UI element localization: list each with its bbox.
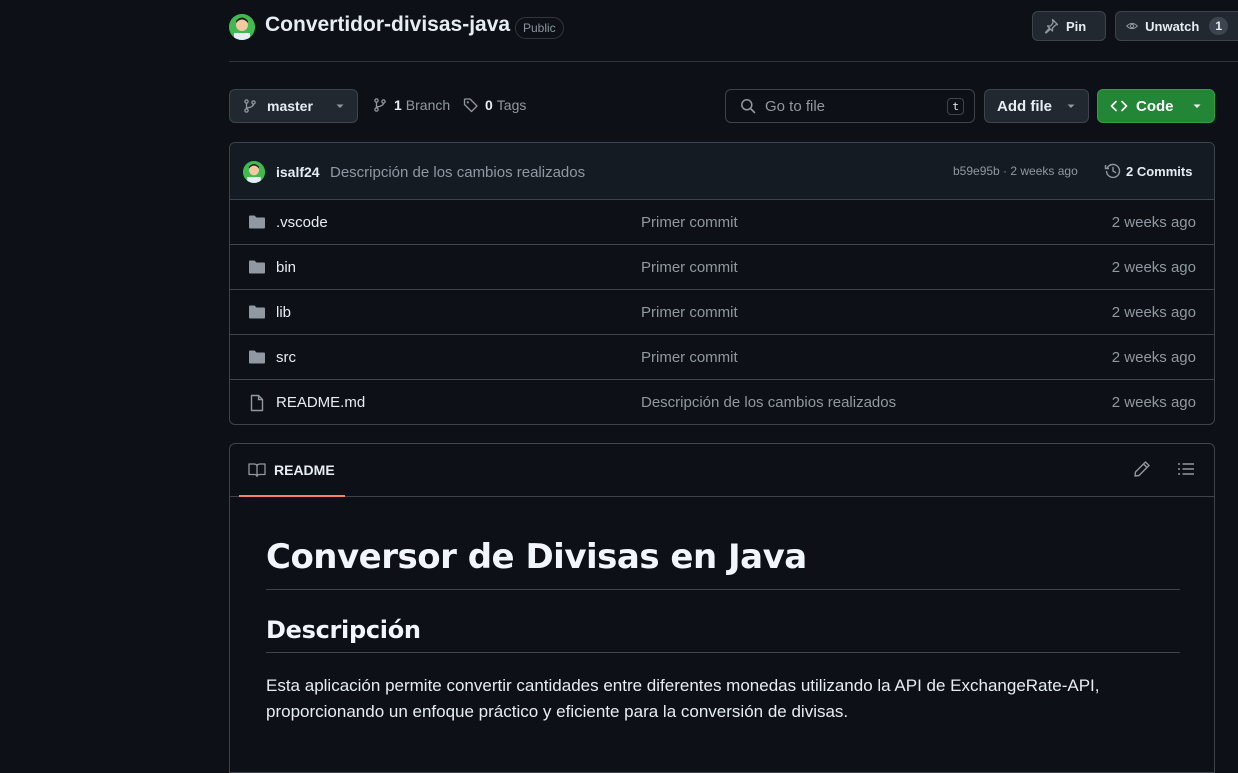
file-commit-message[interactable]: Primer commit (641, 259, 738, 276)
commit-message-link[interactable]: Descripción de los cambios realizados (330, 164, 585, 181)
file-commit-message[interactable]: Primer commit (641, 214, 738, 231)
file-row[interactable]: src Primer commit 2 weeks ago (230, 335, 1214, 380)
unwatch-button[interactable]: Unwatch 1 (1115, 11, 1238, 41)
file-date: 2 weeks ago (1111, 349, 1196, 366)
branch-count: 1 (394, 97, 402, 113)
folder-icon (249, 305, 265, 319)
commits-history-link[interactable]: 2 Commits (1104, 162, 1192, 180)
readme-tab-label: README (274, 461, 335, 478)
tag-icon (463, 98, 478, 113)
readme-title: Conversor de Divisas en Java (266, 537, 1180, 590)
visibility-badge: Public (515, 17, 564, 39)
file-commit-message[interactable]: Primer commit (641, 349, 738, 366)
file-table: isalf24 Descripción de los cambios reali… (229, 142, 1215, 425)
file-icon (250, 394, 264, 412)
caret-down-icon (336, 104, 344, 108)
tag-count: 0 (485, 97, 493, 113)
branch-icon (244, 99, 256, 113)
code-button[interactable]: Code (1097, 89, 1215, 123)
file-date: 2 weeks ago (1111, 259, 1196, 276)
branches-link[interactable]: 1 Branch (372, 97, 450, 113)
file-date: 2 weeks ago (1111, 394, 1196, 411)
file-row[interactable]: lib Primer commit 2 weeks ago (230, 290, 1214, 335)
unwatch-label: Unwatch (1145, 18, 1200, 34)
file-commit-message[interactable]: Descripción de los cambios realizados (641, 394, 896, 411)
tags-link[interactable]: 0 Tags (463, 97, 526, 113)
search-placeholder: Go to file (765, 97, 826, 115)
repo-name-link[interactable]: Convertidor-divisas-java (265, 13, 510, 37)
go-to-file-search[interactable]: Go to file t (725, 89, 975, 123)
avatar[interactable] (229, 14, 255, 40)
file-date: 2 weeks ago (1111, 214, 1196, 231)
commit-author-link[interactable]: isalf24 (276, 164, 320, 180)
file-name-link[interactable]: lib (276, 304, 291, 321)
code-label: Code (1136, 97, 1174, 115)
book-icon (248, 462, 266, 477)
file-row[interactable]: bin Primer commit 2 weeks ago (230, 245, 1214, 290)
list-icon[interactable] (1177, 461, 1195, 477)
folder-icon (249, 260, 265, 274)
history-icon (1104, 163, 1121, 179)
file-name-link[interactable]: README.md (276, 394, 365, 411)
file-date: 2 weeks ago (1111, 304, 1196, 321)
code-icon (1110, 100, 1128, 112)
readme-body: Conversor de Divisas en Java Descripción… (266, 497, 1180, 725)
pin-icon (1044, 18, 1059, 34)
tab-readme[interactable]: README (239, 444, 345, 497)
file-name-link[interactable]: bin (276, 259, 296, 276)
readme-section-heading: Descripción (266, 616, 1180, 653)
latest-commit-bar: isalf24 Descripción de los cambios reali… (230, 143, 1214, 200)
file-row[interactable]: .vscode Primer commit 2 weeks ago (230, 200, 1214, 245)
caret-down-icon (1067, 104, 1075, 108)
pencil-icon[interactable] (1133, 460, 1151, 478)
add-file-label: Add file (997, 97, 1052, 115)
readme-paragraph: Esta aplicación permite convertir cantid… (266, 676, 1100, 721)
branch-select-button[interactable]: master (229, 89, 358, 123)
avatar[interactable] (243, 161, 265, 183)
folder-icon (249, 350, 265, 364)
search-icon (741, 99, 756, 114)
add-file-button[interactable]: Add file (984, 89, 1089, 123)
branch-name: master (267, 98, 313, 114)
repo-header: Convertidor-divisas-java Public Pin Unwa… (229, 0, 1238, 62)
eye-icon (1126, 22, 1139, 30)
commit-hash-time[interactable]: b59e95b · 2 weeks ago (953, 164, 1078, 178)
pin-button[interactable]: Pin (1032, 11, 1106, 41)
file-commit-message[interactable]: Primer commit (641, 304, 738, 321)
tag-label: Tags (496, 97, 527, 113)
branch-icon (374, 98, 386, 112)
search-shortcut-key: t (947, 97, 964, 115)
file-row[interactable]: README.md Descripción de los cambios rea… (230, 380, 1214, 424)
branch-label: Branch (405, 97, 451, 113)
folder-icon (249, 215, 265, 229)
file-name-link[interactable]: src (276, 349, 296, 366)
commits-label: 2 Commits (1126, 163, 1193, 179)
caret-down-icon (1193, 104, 1201, 108)
file-name-link[interactable]: .vscode (276, 214, 328, 231)
readme-panel: README Conversor de Divisas en Java Desc… (229, 443, 1215, 773)
pin-label: Pin (1066, 18, 1087, 34)
readme-header: README (230, 444, 1214, 497)
watch-count-badge: 1 (1209, 17, 1228, 35)
